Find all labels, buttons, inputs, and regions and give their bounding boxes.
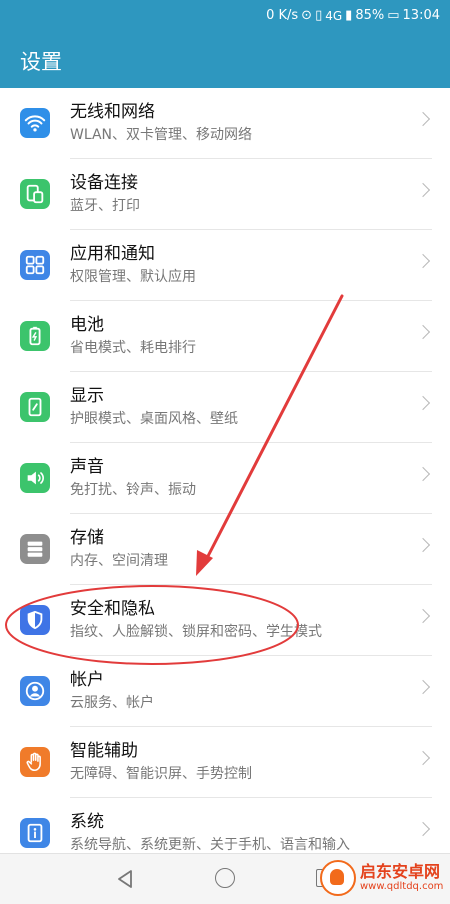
- settings-item-sound[interactable]: 声音 免打扰、铃声、振动: [0, 443, 450, 514]
- item-title: 声音: [70, 457, 104, 477]
- status-bar: 0 K/s ⊙ ▯ 4G ▮ 85% ▭ 13:04: [266, 6, 440, 26]
- signal-bars-icon: ▮: [345, 8, 353, 23]
- item-subtitle: 护眼模式、桌面风格、壁纸: [70, 411, 238, 427]
- chevron-right-icon: [415, 111, 431, 127]
- home-icon[interactable]: [215, 868, 235, 888]
- battery-level: 85%: [355, 8, 385, 23]
- watermark-name: 启东安卓网: [360, 862, 441, 881]
- settings-item-battery[interactable]: 电池 省电模式、耗电排行: [0, 301, 450, 372]
- settings-item-wireless[interactable]: 无线和网络 WLAN、双卡管理、移动网络: [0, 88, 450, 159]
- sound-icon: [20, 463, 50, 493]
- battery-icon: ▭: [387, 8, 400, 23]
- item-subtitle: 指纹、人脸解锁、锁屏和密码、学生模式: [70, 624, 322, 640]
- settings-item-storage[interactable]: 存储 内存、空间清理: [0, 514, 450, 585]
- item-subtitle: 云服务、帐户: [70, 695, 154, 711]
- account-icon: [20, 676, 50, 706]
- settings-item-device-connection[interactable]: 设备连接 蓝牙、打印: [0, 159, 450, 230]
- item-title: 显示: [70, 386, 104, 406]
- item-title: 安全和隐私: [70, 599, 155, 619]
- battery-icon: [20, 321, 50, 351]
- item-title: 存储: [70, 528, 104, 548]
- device-connection-icon: [20, 179, 50, 209]
- chevron-right-icon: [415, 324, 431, 340]
- item-title: 应用和通知: [70, 244, 155, 264]
- clock: 13:04: [402, 8, 440, 23]
- settings-item-security-privacy[interactable]: 安全和隐私 指纹、人脸解锁、锁屏和密码、学生模式: [0, 585, 450, 656]
- watermark-url: www.qdltdq.com: [360, 881, 444, 892]
- hotspot-icon: ⊙: [301, 8, 313, 23]
- storage-icon: [20, 534, 50, 564]
- item-subtitle: 免打扰、铃声、振动: [70, 482, 196, 498]
- settings-item-smart-assist[interactable]: 智能辅助 无障碍、智能识屏、手势控制: [0, 727, 450, 798]
- item-title: 系统: [70, 812, 104, 832]
- chevron-right-icon: [415, 395, 431, 411]
- app-header: 0 K/s ⊙ ▯ 4G ▮ 85% ▭ 13:04 设置: [0, 0, 450, 88]
- apps-grid-icon: [20, 250, 50, 280]
- hand-icon: [20, 747, 50, 777]
- item-title: 无线和网络: [70, 102, 155, 122]
- page-title: 设置: [20, 50, 62, 74]
- settings-item-account[interactable]: 帐户 云服务、帐户: [0, 656, 450, 727]
- info-icon: [20, 818, 50, 848]
- chevron-right-icon: [415, 821, 431, 837]
- network-speed: 0 K/s: [266, 8, 299, 23]
- back-icon[interactable]: [116, 869, 134, 889]
- item-subtitle: 蓝牙、打印: [70, 198, 140, 214]
- chevron-right-icon: [415, 466, 431, 482]
- settings-list: 无线和网络 WLAN、双卡管理、移动网络 设备连接 蓝牙、打印 应用和通知 权限…: [0, 88, 450, 853]
- chevron-right-icon: [415, 253, 431, 269]
- item-subtitle: 内存、空间清理: [70, 553, 168, 569]
- watermark-logo-icon: [320, 860, 356, 896]
- item-title: 电池: [70, 315, 104, 335]
- item-subtitle: WLAN、双卡管理、移动网络: [70, 127, 253, 143]
- item-subtitle: 权限管理、默认应用: [70, 269, 196, 285]
- chevron-right-icon: [415, 537, 431, 553]
- item-subtitle: 系统导航、系统更新、关于手机、语言和输入: [70, 837, 350, 853]
- chevron-right-icon: [415, 679, 431, 695]
- settings-item-system[interactable]: 系统 系统导航、系统更新、关于手机、语言和输入: [0, 798, 450, 853]
- settings-item-apps[interactable]: 应用和通知 权限管理、默认应用: [0, 230, 450, 301]
- display-icon: [20, 392, 50, 422]
- item-subtitle: 省电模式、耗电排行: [70, 340, 196, 356]
- item-title: 设备连接: [70, 173, 138, 193]
- signal-icon: 4G: [325, 9, 343, 23]
- chevron-right-icon: [415, 750, 431, 766]
- watermark: 启东安卓网 www.qdltdq.com: [320, 855, 450, 901]
- vibrate-icon: ▯: [315, 8, 323, 23]
- chevron-right-icon: [415, 608, 431, 624]
- item-title: 帐户: [70, 670, 104, 690]
- item-title: 智能辅助: [70, 741, 138, 761]
- settings-item-display[interactable]: 显示 护眼模式、桌面风格、壁纸: [0, 372, 450, 443]
- shield-icon: [20, 605, 50, 635]
- item-subtitle: 无障碍、智能识屏、手势控制: [70, 766, 252, 782]
- wifi-icon: [20, 108, 50, 138]
- chevron-right-icon: [415, 182, 431, 198]
